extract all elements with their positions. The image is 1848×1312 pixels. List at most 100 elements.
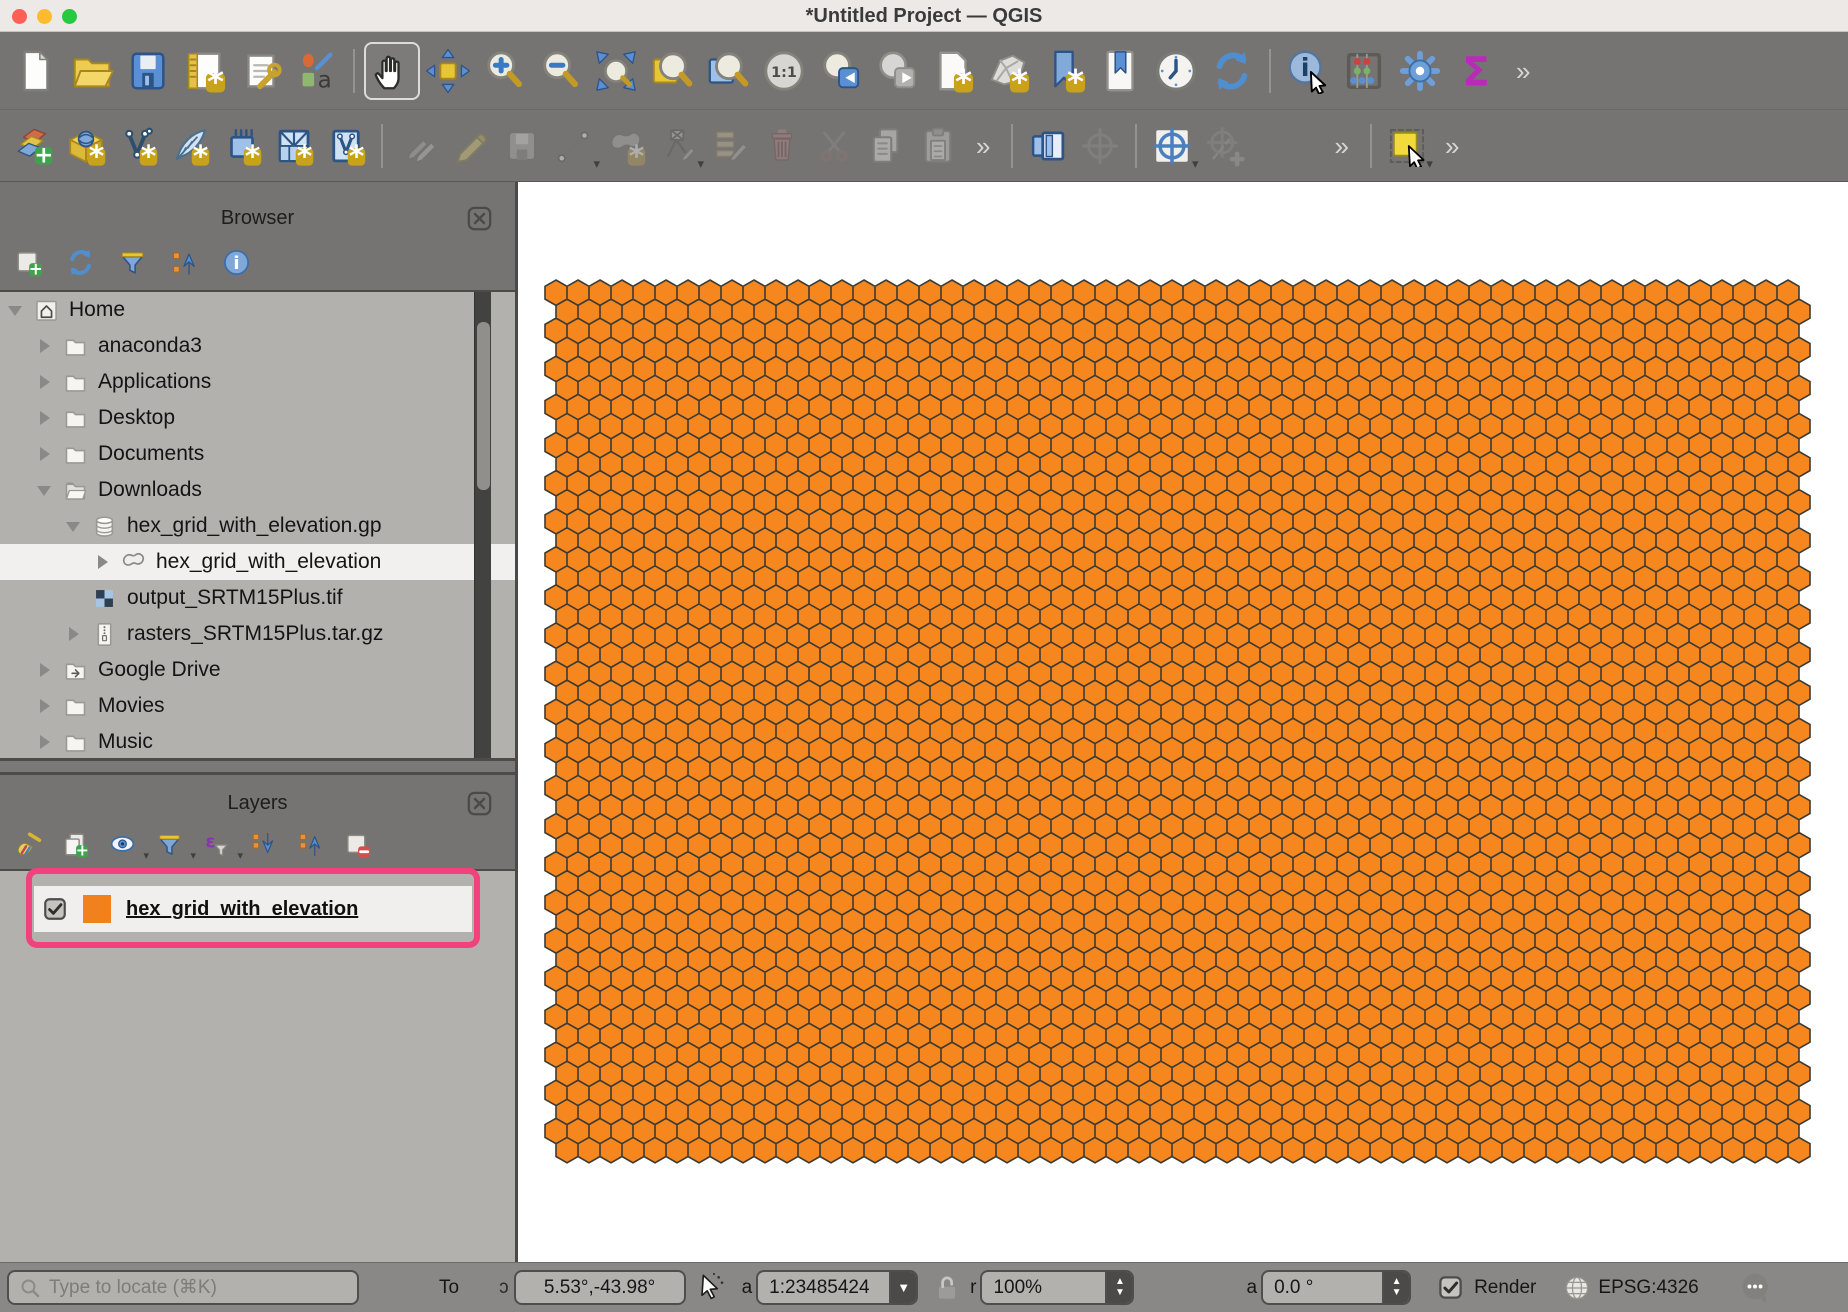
browser-collapse-button[interactable] [166, 244, 202, 280]
chevron-right-icon[interactable] [37, 373, 53, 391]
zoom-full-button[interactable] [588, 42, 644, 100]
cut-features-button[interactable] [808, 119, 860, 173]
show-bookmarks-button[interactable] [1092, 42, 1148, 100]
delete-selected-button[interactable] [756, 119, 808, 173]
project-open-button[interactable] [64, 42, 120, 100]
chevron-right-icon[interactable] [37, 445, 53, 463]
magnifier-spin-buttons[interactable]: ▲▼ [1105, 1272, 1132, 1303]
new-3d-map-view-button[interactable]: * [980, 42, 1036, 100]
layout-manager-button[interactable] [232, 42, 288, 100]
identify-features-button[interactable]: i [1280, 42, 1336, 100]
zoom-last-button[interactable] [812, 42, 868, 100]
tree-item-movies[interactable]: Movies [0, 688, 515, 724]
chevron-down-icon[interactable] [37, 481, 53, 499]
tree-item-output-srtm15plus-tif[interactable]: output_SRTM15Plus.tif [0, 580, 515, 616]
snapping-disabled-button[interactable] [1074, 119, 1126, 173]
render-checkbox[interactable] [1437, 1274, 1464, 1301]
new-geopackage-layer-button[interactable]: * [60, 119, 112, 173]
toolbar-overflow-chevron[interactable]: » [976, 133, 990, 159]
tree-item-anaconda3[interactable]: anaconda3 [0, 328, 515, 364]
browser-properties-button[interactable]: i [218, 244, 254, 280]
filter-legend-button[interactable]: ▾ [151, 826, 187, 862]
coordinate-box[interactable]: 5.53°,-43.98° [514, 1270, 686, 1305]
pan-map-button[interactable] [364, 42, 420, 100]
magnifier-spinbox[interactable]: 100% ▲▼ [980, 1270, 1134, 1305]
chevron-right-icon[interactable] [37, 733, 53, 751]
mouse-tracking-icon[interactable] [694, 1272, 726, 1304]
zoom-to-layer-button[interactable] [700, 42, 756, 100]
processing-toolbox-button[interactable] [1392, 42, 1448, 100]
chevron-right-icon[interactable] [66, 625, 82, 643]
chevron-right-icon[interactable] [37, 661, 53, 679]
browser-add-layer-button[interactable]: + [10, 244, 46, 280]
zoom-native-button[interactable]: 1:1 [756, 42, 812, 100]
data-source-manager-button[interactable]: + [8, 119, 60, 173]
toolbar-overflow-chevron[interactable]: » [1445, 133, 1459, 159]
zoom-to-selection-button[interactable] [644, 42, 700, 100]
chevron-right-icon[interactable] [37, 697, 53, 715]
digitize-line-button[interactable]: ▾ [548, 119, 600, 173]
new-map-view-button[interactable]: * [924, 42, 980, 100]
new-scratch-layer-button[interactable]: * [164, 119, 216, 173]
toolbar-overflow-chevron[interactable]: » [1334, 133, 1348, 159]
layer-item[interactable]: hex_grid_with_elevation [34, 886, 472, 932]
tree-item-downloads[interactable]: Downloads [0, 472, 515, 508]
project-save-button[interactable] [120, 42, 176, 100]
style-manager-button[interactable]: a [288, 42, 344, 100]
chevron-down-icon[interactable] [8, 301, 24, 319]
tree-item-google-drive[interactable]: Google Drive [0, 652, 515, 688]
new-virtual-layer-button[interactable]: * [268, 119, 320, 173]
chevron-down-icon[interactable] [66, 517, 82, 535]
new-spatial-bookmark-button[interactable]: * [1036, 42, 1092, 100]
new-print-layout-button[interactable]: * [176, 42, 232, 100]
coordinate-label[interactable]: To [439, 1277, 459, 1299]
toggle-editing-button[interactable] [444, 119, 496, 173]
snapping-enabled-button[interactable]: ▾ [1146, 119, 1198, 173]
dropdown-arrow-icon[interactable]: ▾ [143, 849, 149, 862]
new-shapefile-layer-button[interactable]: * [112, 119, 164, 173]
browser-filter-button[interactable] [114, 244, 150, 280]
tree-item-desktop[interactable]: Desktop [0, 400, 515, 436]
show-statistics-button[interactable]: Σ [1448, 42, 1504, 100]
manage-themes-button[interactable]: ▾ [104, 826, 140, 862]
zoom-in-button[interactable] [476, 42, 532, 100]
refresh-button[interactable] [1204, 42, 1260, 100]
browser-close-button[interactable] [466, 205, 493, 232]
tracing-button[interactable] [1198, 119, 1250, 173]
project-new-button[interactable] [8, 42, 64, 100]
add-polygon-feature-button[interactable]: * [600, 119, 652, 173]
new-mesh-layer-button[interactable]: * [216, 119, 268, 173]
toolbar-overflow-chevron[interactable]: » [1516, 58, 1530, 84]
temporal-controller-button[interactable] [1148, 42, 1204, 100]
tree-item-hex-grid-with-elevation-gp[interactable]: hex_grid_with_elevation.gp [0, 508, 515, 544]
tree-item-music[interactable]: Music [0, 724, 515, 758]
locator-search[interactable] [7, 1270, 359, 1305]
new-spatialite-layer-button[interactable]: * [320, 119, 372, 173]
layer-styling-button[interactable] [10, 826, 46, 862]
locator-input[interactable] [49, 1277, 329, 1299]
layers-close-button[interactable] [466, 790, 493, 817]
scale-dropdown-arrow[interactable]: ▼ [889, 1272, 916, 1303]
dropdown-arrow-icon[interactable]: ▾ [190, 849, 196, 862]
browser-scrollbar[interactable] [474, 292, 491, 758]
chevron-right-icon[interactable] [37, 409, 53, 427]
lock-scale-icon[interactable] [932, 1273, 962, 1303]
remove-layer-button[interactable] [339, 826, 375, 862]
modify-attributes-button[interactable] [704, 119, 756, 173]
messages-button[interactable] [1737, 1270, 1773, 1306]
copy-features-button[interactable] [860, 119, 912, 173]
zoom-out-button[interactable] [532, 42, 588, 100]
close-window-button[interactable] [12, 9, 27, 24]
rotation-spinbox[interactable]: 0.0 ° ▲▼ [1261, 1270, 1411, 1305]
layer-visibility-checkbox[interactable] [42, 896, 68, 922]
scale-combobox[interactable]: 1:23485424 ▼ [756, 1270, 918, 1305]
layer-panels-button[interactable] [1022, 119, 1074, 173]
paste-features-button[interactable] [912, 119, 964, 173]
pan-to-selection-button[interactable] [420, 42, 476, 100]
chevron-right-icon[interactable] [95, 553, 111, 571]
scrollbar-thumb[interactable] [477, 322, 490, 490]
collapse-all-button[interactable] [292, 826, 328, 862]
minimize-window-button[interactable] [37, 9, 52, 24]
save-edits-button[interactable] [496, 119, 548, 173]
zoom-next-button[interactable] [868, 42, 924, 100]
